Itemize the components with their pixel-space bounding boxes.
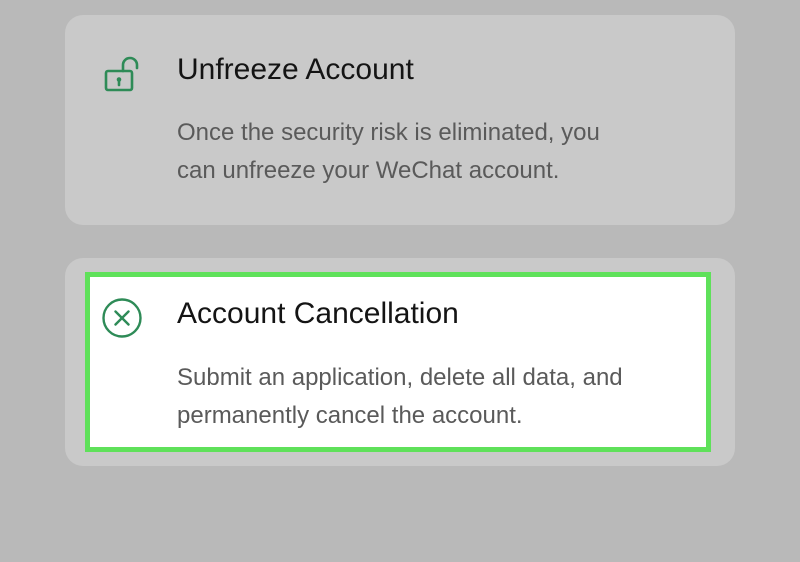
description-line: permanently cancel the account. <box>177 402 523 429</box>
account-cancellation-description: Submit an application, delete all data, … <box>177 359 623 435</box>
account-cancellation-card: Account Cancellation Submit an applicati… <box>65 258 735 466</box>
circle-x-icon <box>100 296 144 340</box>
unlock-icon <box>103 55 143 95</box>
unfreeze-account-description: Once the security risk is eliminated, yo… <box>177 114 600 190</box>
unfreeze-account-option[interactable]: Unfreeze Account Once the security risk … <box>65 15 735 225</box>
account-cancellation-title: Account Cancellation <box>177 297 459 330</box>
description-line: Submit an application, delete all data, … <box>177 364 623 391</box>
unfreeze-account-title: Unfreeze Account <box>177 53 414 86</box>
description-line: Once the security risk is eliminated, yo… <box>177 119 600 146</box>
description-line: can unfreeze your WeChat account. <box>177 157 560 184</box>
account-cancellation-option[interactable]: Account Cancellation Submit an applicati… <box>85 272 711 452</box>
